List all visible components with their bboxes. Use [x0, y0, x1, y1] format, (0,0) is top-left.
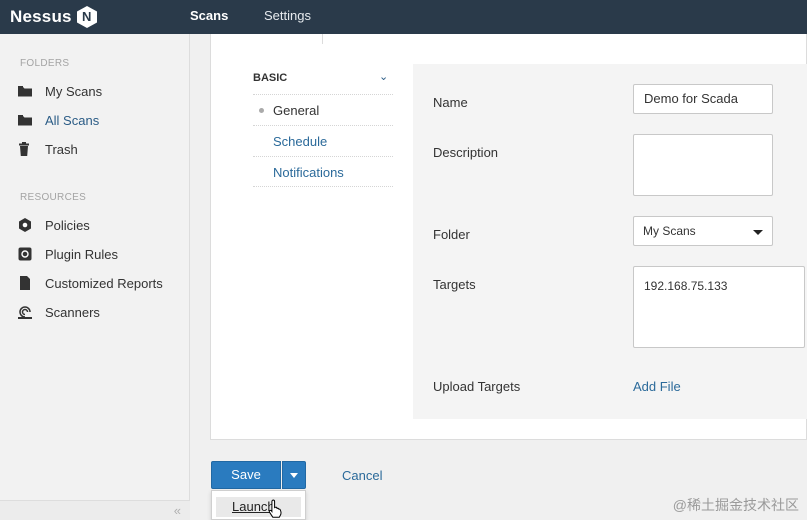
basic-section-heading[interactable]: BASIC: [253, 72, 287, 84]
main-content: BASIC ⌄ General Schedule Notifications N…: [190, 34, 807, 520]
launch-menu-item[interactable]: Launch: [216, 497, 301, 517]
sidebar: FOLDERS My Scans All Scans Trash RESOURC…: [0, 34, 190, 520]
sidebar-collapse-bar[interactable]: «: [0, 500, 190, 520]
subnav-notifications[interactable]: Notifications: [253, 156, 393, 187]
save-button[interactable]: Save: [211, 461, 281, 489]
resources-heading: RESOURCES: [20, 192, 87, 203]
folders-heading: FOLDERS: [20, 58, 70, 69]
logo-badge: N: [81, 9, 92, 24]
folder-icon: [18, 113, 32, 127]
active-dot-icon: [259, 108, 264, 113]
hand-cursor-icon: [268, 499, 284, 520]
folder-select[interactable]: My Scans: [633, 216, 773, 246]
folder-select-value: My Scans: [643, 224, 696, 238]
description-textarea[interactable]: [633, 134, 773, 196]
folder-label: Folder: [433, 227, 470, 242]
targets-label: Targets: [433, 277, 476, 292]
subnav-label: Notifications: [273, 165, 344, 180]
sidebar-item-all-scans[interactable]: All Scans: [18, 111, 99, 129]
description-label: Description: [433, 145, 499, 160]
sidebar-item-label: Policies: [45, 217, 90, 233]
scan-settings-card: BASIC ⌄ General Schedule Notifications N…: [210, 34, 807, 440]
name-input[interactable]: Demo for Scada: [633, 84, 773, 114]
upload-targets-label: Upload Targets: [433, 379, 521, 394]
caret-down-icon: [753, 230, 763, 235]
scanner-icon: [18, 305, 32, 319]
save-options-dropdown-button[interactable]: [282, 461, 306, 489]
nessus-logo[interactable]: Nessus N: [10, 5, 98, 29]
sidebar-item-label: Customized Reports: [45, 275, 163, 291]
chevron-down-icon[interactable]: ⌄: [379, 70, 388, 83]
sidebar-item-label: Scanners: [45, 304, 100, 320]
shield-icon: [18, 218, 32, 232]
cancel-link[interactable]: Cancel: [342, 468, 382, 483]
top-nav-bar: Nessus N Scans Settings: [0, 0, 807, 34]
watermark-text: @稀土掘金技术社区: [672, 497, 799, 513]
subnav-schedule[interactable]: Schedule: [253, 125, 393, 156]
plugin-rules-icon: [18, 247, 32, 261]
targets-textarea[interactable]: 192.168.75.133: [633, 266, 805, 348]
logo-hex-icon: N: [76, 5, 98, 29]
general-settings-form: Name Demo for Scada Description Folder M…: [413, 64, 807, 419]
settings-tab-stub: [231, 34, 323, 44]
sidebar-item-scanners[interactable]: Scanners: [18, 303, 100, 321]
save-options-menu: Launch: [211, 490, 306, 520]
sidebar-item-customized-reports[interactable]: Customized Reports: [18, 274, 163, 292]
sidebar-item-label: Trash: [45, 141, 78, 157]
sidebar-item-plugin-rules[interactable]: Plugin Rules: [18, 245, 118, 263]
trash-icon: [18, 142, 32, 156]
name-label: Name: [433, 95, 468, 110]
add-file-link[interactable]: Add File: [633, 379, 681, 394]
collapse-chevron-icon[interactable]: «: [174, 503, 181, 518]
logo-text: Nessus: [10, 7, 72, 26]
subnav-label: General: [273, 103, 320, 118]
caret-down-icon: [290, 473, 298, 478]
sidebar-item-label: My Scans: [45, 83, 103, 99]
settings-subnav: General Schedule Notifications: [253, 94, 393, 187]
nav-scans[interactable]: Scans: [190, 8, 228, 23]
sidebar-item-my-scans[interactable]: My Scans: [18, 82, 102, 100]
sidebar-item-label: Plugin Rules: [45, 246, 118, 262]
folder-icon: [18, 84, 32, 98]
nav-settings[interactable]: Settings: [264, 8, 311, 23]
subnav-general[interactable]: General: [253, 94, 393, 125]
report-icon: [18, 276, 32, 290]
sidebar-item-policies[interactable]: Policies: [18, 216, 90, 234]
subnav-label: Schedule: [273, 134, 328, 149]
sidebar-item-trash[interactable]: Trash: [18, 140, 78, 158]
sidebar-item-label: All Scans: [45, 112, 100, 128]
